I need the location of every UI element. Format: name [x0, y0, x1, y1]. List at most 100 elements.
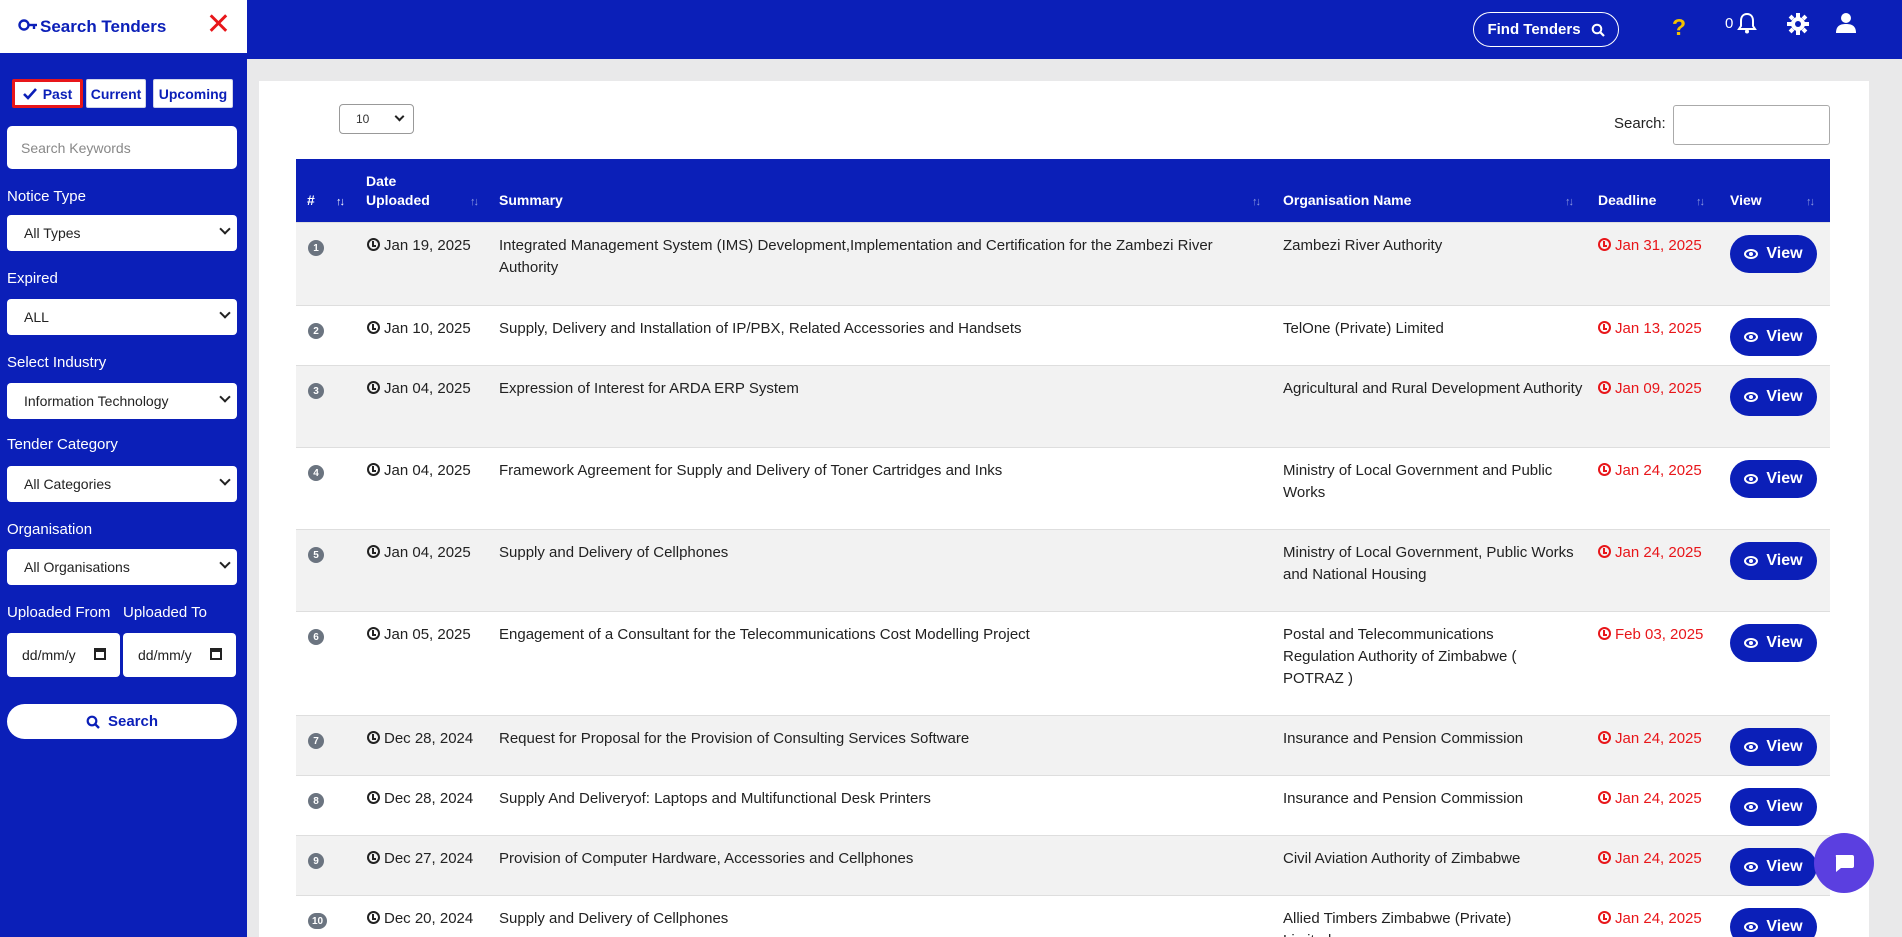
category-select[interactable]: All Categories — [7, 466, 237, 502]
row-summary[interactable]: Expression of Interest for ARDA ERP Syst… — [499, 378, 1269, 400]
close-icon[interactable]: ✕ — [206, 10, 231, 40]
view-button[interactable]: View — [1730, 908, 1817, 937]
row-number-badge: 2 — [308, 323, 324, 339]
row-summary[interactable]: Framework Agreement for Supply and Deliv… — [499, 460, 1269, 482]
view-button[interactable]: View — [1730, 542, 1817, 580]
sidebar-header: Search Tenders ✕ — [0, 0, 247, 53]
table-row: 2 Jan 10, 2025 Supply, Delivery and Inst… — [296, 305, 1830, 365]
col-header-deadline[interactable]: Deadline — [1598, 191, 1656, 210]
tab-upcoming[interactable]: Upcoming — [153, 79, 233, 108]
eye-icon — [1744, 742, 1759, 752]
keyword-search-input[interactable]: Search Keywords — [7, 126, 237, 169]
table-row: 1 Jan 19, 2025 Integrated Management Sys… — [296, 222, 1830, 305]
tab-current[interactable]: Current — [86, 79, 146, 108]
clock-icon — [367, 851, 380, 864]
sort-icon[interactable]: ↑↓ — [1565, 196, 1574, 208]
chevron-down-icon — [219, 391, 231, 403]
expired-value: ALL — [24, 309, 49, 325]
col-header-num[interactable]: # — [307, 191, 315, 210]
find-tenders-button[interactable]: Find Tenders — [1473, 12, 1619, 47]
row-organisation: Allied Timbers Zimbabwe (Private) Limite… — [1283, 910, 1512, 937]
chevron-down-icon — [219, 307, 231, 319]
sidebar-search-button[interactable]: Search — [7, 704, 237, 739]
sort-icon[interactable]: ↑↓ — [470, 196, 479, 208]
sort-icon[interactable]: ↑↓ — [1252, 196, 1261, 208]
organisation-select[interactable]: All Organisations — [7, 549, 237, 585]
col-header-organisation[interactable]: Organisation Name — [1283, 191, 1411, 210]
notice-type-label: Notice Type — [7, 188, 86, 205]
user-icon[interactable] — [1835, 12, 1857, 39]
row-date: Dec 27, 2024 — [367, 848, 473, 870]
row-date: Jan 19, 2025 — [367, 235, 471, 257]
col-header-summary[interactable]: Summary — [499, 191, 563, 210]
eye-icon — [1744, 474, 1759, 484]
row-deadline: Jan 24, 2025 — [1598, 788, 1702, 810]
eye-icon — [1744, 862, 1759, 872]
view-button[interactable]: View — [1730, 318, 1817, 356]
uploaded-to-input[interactable]: dd/mm/y — [123, 633, 236, 677]
row-organisation: Ministry of Local Government, Public Wor… — [1283, 544, 1574, 583]
table-row: 9 Dec 27, 2024 Provision of Computer Har… — [296, 835, 1830, 895]
clock-icon — [367, 381, 380, 394]
row-number-badge: 5 — [308, 547, 324, 563]
view-button[interactable]: View — [1730, 624, 1817, 662]
sort-icon[interactable]: ↑↓ — [1696, 196, 1705, 208]
table-search-input[interactable] — [1673, 105, 1830, 145]
row-number-badge: 6 — [308, 629, 324, 645]
table-row: 5 Jan 04, 2025 Supply and Delivery of Ce… — [296, 529, 1830, 611]
page-length-value: 10 — [356, 112, 370, 126]
row-summary[interactable]: Provision of Computer Hardware, Accessor… — [499, 848, 1269, 870]
industry-label: Select Industry — [7, 354, 107, 371]
uploaded-to-value: dd/mm/y — [138, 647, 192, 663]
key-icon — [18, 17, 38, 37]
find-tenders-label: Find Tenders — [1487, 21, 1581, 38]
industry-select[interactable]: Information Technology — [7, 383, 237, 419]
table-row: 8 Dec 28, 2024 Supply And Deliveryof: La… — [296, 775, 1830, 835]
row-summary[interactable]: Supply, Delivery and Installation of IP/… — [499, 318, 1269, 340]
col-header-view[interactable]: View — [1730, 191, 1762, 210]
organisation-label: Organisation — [7, 521, 93, 538]
view-button[interactable]: View — [1730, 788, 1817, 826]
view-button[interactable]: View — [1730, 728, 1817, 766]
tab-past[interactable]: Past — [12, 79, 83, 108]
sort-icon[interactable]: ↑↓ — [1806, 196, 1815, 208]
table-search-label: Search: — [1614, 115, 1666, 132]
view-button[interactable]: View — [1730, 848, 1817, 886]
check-icon — [22, 87, 37, 100]
help-icon[interactable]: ? — [1672, 14, 1686, 41]
gear-icon[interactable] — [1787, 13, 1809, 40]
eye-icon — [1744, 922, 1759, 932]
view-button[interactable]: View — [1730, 235, 1817, 273]
row-organisation: Zambezi River Authority — [1283, 237, 1443, 254]
row-summary[interactable]: Supply and Delivery of Cellphones — [499, 542, 1269, 564]
notice-type-select[interactable]: All Types — [7, 215, 237, 251]
row-summary[interactable]: Engagement of a Consultant for the Telec… — [499, 624, 1269, 646]
uploaded-to-label: Uploaded To — [123, 604, 207, 621]
table-row: 4 Jan 04, 2025 Framework Agreement for S… — [296, 447, 1830, 529]
calendar-icon[interactable] — [210, 648, 222, 660]
expired-select[interactable]: ALL — [7, 299, 237, 335]
view-button[interactable]: View — [1730, 460, 1817, 498]
chat-bubble-button[interactable] — [1814, 833, 1874, 893]
clock-icon — [1598, 545, 1611, 558]
row-summary[interactable]: Request for Proposal for the Provision o… — [499, 728, 1269, 750]
row-organisation: Civil Aviation Authority of Zimbabwe — [1283, 850, 1521, 867]
row-summary[interactable]: Integrated Management System (IMS) Devel… — [499, 235, 1269, 279]
col-header-date-line2[interactable]: Uploaded — [366, 191, 430, 210]
row-summary[interactable]: Supply And Deliveryof: Laptops and Multi… — [499, 788, 1269, 810]
row-deadline: Feb 03, 2025 — [1598, 624, 1703, 646]
row-summary[interactable]: Supply and Delivery of Cellphones — [499, 908, 1269, 930]
sort-icon[interactable]: ↑↓ — [336, 196, 345, 208]
view-button[interactable]: View — [1730, 378, 1817, 416]
bell-icon[interactable] — [1737, 12, 1757, 39]
page-length-select[interactable]: 10 — [339, 104, 414, 134]
clock-icon — [1598, 851, 1611, 864]
col-header-date-line1[interactable]: Date — [366, 172, 396, 191]
sidebar-search-label: Search — [107, 713, 159, 730]
table-row: 3 Jan 04, 2025 Expression of Interest fo… — [296, 365, 1830, 447]
uploaded-from-input[interactable]: dd/mm/y — [7, 633, 120, 677]
row-date: Jan 04, 2025 — [367, 378, 471, 400]
row-number-badge: 7 — [308, 733, 324, 749]
calendar-icon[interactable] — [94, 648, 106, 660]
table-row: 10 Dec 20, 2024 Supply and Delivery of C… — [296, 895, 1830, 937]
